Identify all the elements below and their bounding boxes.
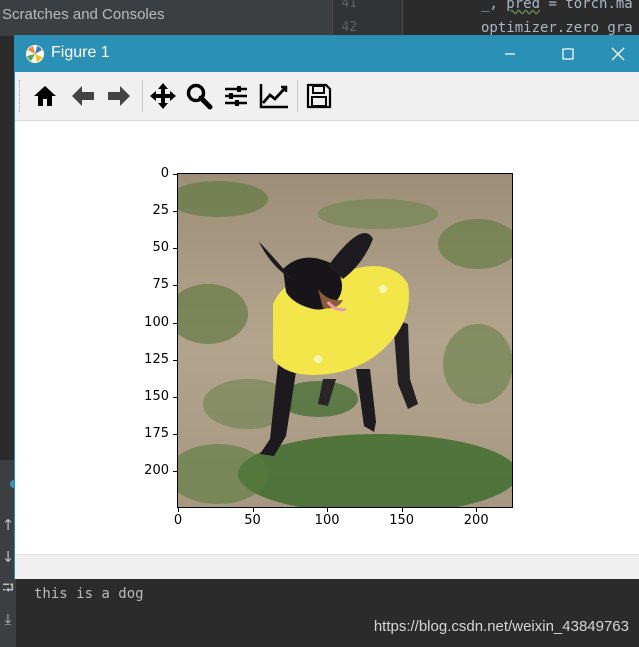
x-tick xyxy=(476,508,478,512)
code-token-pred: pred xyxy=(506,0,541,12)
code-line: _, pred = torch.ma xyxy=(481,0,633,12)
edit-axis-button[interactable] xyxy=(258,80,290,112)
home-button[interactable] xyxy=(29,80,61,112)
scroll-up-icon[interactable]: ↑ xyxy=(0,516,16,534)
y-tick-label: 175 xyxy=(144,426,169,442)
close-button[interactable] xyxy=(597,36,639,72)
figure-toolbar xyxy=(15,72,639,121)
toolbar-separator xyxy=(297,80,298,112)
matplotlib-logo-icon xyxy=(26,45,44,63)
y-tick-label: 200 xyxy=(144,463,169,479)
scratches-and-consoles-label[interactable]: Scratches and Consoles xyxy=(2,6,165,23)
pan-icon xyxy=(150,83,176,109)
y-tick-label: 75 xyxy=(152,277,169,293)
forward-arrow-icon xyxy=(108,86,130,106)
back-arrow-icon xyxy=(72,86,94,106)
console-toolbar: ↑ ↓ ⮒ ⤓ xyxy=(0,460,16,647)
console-output[interactable]: this is a dog xyxy=(20,578,639,647)
x-tick xyxy=(401,508,403,512)
image-axes[interactable] xyxy=(177,173,513,508)
scroll-to-end-icon[interactable]: ⤓ xyxy=(0,610,16,628)
toolbar-grip[interactable] xyxy=(19,80,23,112)
forward-button[interactable] xyxy=(103,80,135,112)
figure-window: Figure 1 0 25 50 75 100 125 150 175 200 … xyxy=(15,36,639,579)
y-tick xyxy=(173,174,177,175)
pan-button[interactable] xyxy=(147,80,179,112)
y-tick xyxy=(173,359,177,361)
y-tick-label: 0 xyxy=(160,166,169,181)
dog-photo xyxy=(178,174,512,507)
line-number: 41 xyxy=(341,0,357,11)
back-button[interactable] xyxy=(67,80,99,112)
status-bar xyxy=(15,554,639,579)
y-tick xyxy=(173,471,177,473)
maximize-icon xyxy=(562,48,574,60)
maximize-button[interactable] xyxy=(539,36,597,72)
x-tick-label: 50 xyxy=(244,513,261,528)
figure-canvas[interactable]: 0 25 50 75 100 125 150 175 200 0 50 100 150 200 xyxy=(15,121,639,554)
subplots-config-icon xyxy=(225,86,247,106)
minimize-icon xyxy=(505,53,515,55)
home-icon xyxy=(34,86,56,106)
code-token: = torch.ma xyxy=(540,0,633,12)
x-tick xyxy=(178,508,179,512)
y-tick-label: 100 xyxy=(144,314,169,330)
configure-subplots-button[interactable] xyxy=(220,80,252,112)
y-tick xyxy=(173,211,177,213)
toolbar-separator xyxy=(142,80,143,112)
code-line: optimizer.zero_gra xyxy=(481,20,633,36)
x-tick-label: 200 xyxy=(463,513,489,528)
scroll-down-icon[interactable]: ↓ xyxy=(0,548,16,566)
y-tick-label: 125 xyxy=(144,351,169,367)
zoom-button[interactable] xyxy=(183,80,215,112)
ide-panel-header: Scratches and Consoles xyxy=(0,0,332,36)
y-tick-label: 150 xyxy=(144,388,169,404)
soft-wrap-icon[interactable]: ⮒ xyxy=(0,578,16,603)
y-tick-label: 50 xyxy=(152,240,169,256)
x-tick-label: 150 xyxy=(389,513,415,528)
y-tick xyxy=(173,248,177,250)
code-token: _, xyxy=(481,0,507,12)
zoom-icon xyxy=(186,83,213,110)
watermark: https://blog.csdn.net/weixin_43849763 xyxy=(373,618,629,635)
line-number: 42 xyxy=(341,20,357,35)
y-tick xyxy=(173,396,177,398)
x-tick xyxy=(327,508,329,512)
save-icon xyxy=(306,83,332,109)
save-button[interactable] xyxy=(303,80,335,112)
y-tick-label: 25 xyxy=(152,203,169,219)
y-tick xyxy=(173,434,177,436)
editor-gutter: 41 42 xyxy=(332,0,403,36)
edit-axis-icon xyxy=(259,84,288,109)
console-text: this is a dog xyxy=(34,586,144,602)
window-title: Figure 1 xyxy=(51,44,110,61)
y-tick xyxy=(173,285,177,287)
close-icon xyxy=(611,47,625,61)
x-tick-label: 100 xyxy=(314,513,340,528)
x-tick xyxy=(252,508,254,512)
minimize-button[interactable] xyxy=(481,36,539,72)
y-tick xyxy=(173,322,177,324)
code-editor[interactable]: _, pred = torch.ma optimizer.zero_gra xyxy=(403,0,639,36)
title-bar[interactable]: Figure 1 xyxy=(15,36,639,72)
x-tick-label: 0 xyxy=(173,513,183,528)
